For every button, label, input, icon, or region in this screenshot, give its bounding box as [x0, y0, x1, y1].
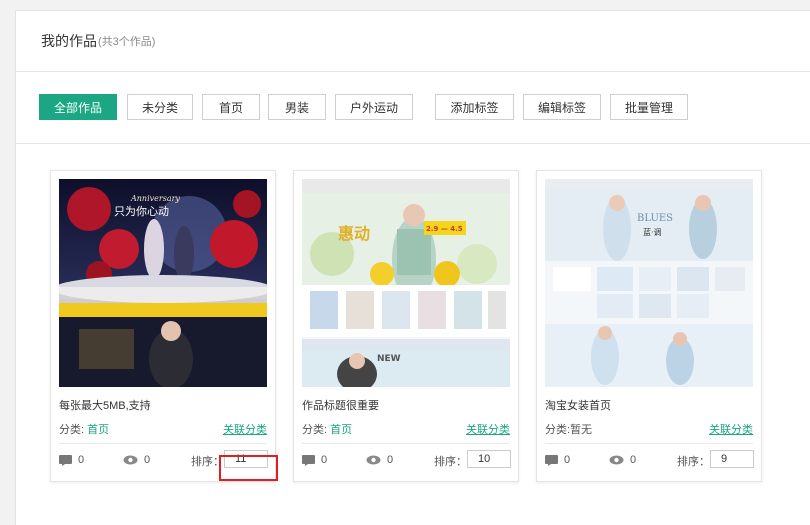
work-title: 淘宝女装首页 [545, 400, 611, 412]
likes-stat: 0 [302, 454, 327, 466]
link-category-link[interactable]: 关联分类 [466, 421, 510, 437]
work-thumbnail[interactable]: Anniversary 只为你心动 [59, 179, 267, 387]
sort-order-input[interactable] [224, 450, 268, 468]
sort-label: 排序： [434, 456, 467, 468]
work-title: 每张最大5MB,支持 [59, 400, 151, 412]
work-category: 分类:暂无 [545, 421, 592, 437]
filter-outdoor-button[interactable]: 户外运动 [335, 94, 413, 120]
likes-stat: 0 [59, 454, 84, 466]
filter-uncategorized-button[interactable]: 未分类 [127, 94, 193, 120]
eye-icon [609, 455, 624, 465]
thumbnail-image-valentine: Anniversary 只为你心动 [59, 179, 267, 387]
thumbnail-image-fashion-promo: 惠动 2.9 — 4.5 NEW [302, 179, 510, 387]
sort-order-input[interactable] [467, 450, 511, 468]
work-category: 分类: 首页 [59, 421, 109, 437]
page-title: 我的作品 [41, 33, 97, 49]
thumb-script-text: Anniversary [130, 194, 180, 203]
comment-icon [545, 454, 558, 466]
sort-label: 排序： [677, 456, 710, 468]
edit-tag-button[interactable]: 编辑标签 [523, 94, 601, 120]
thumb-promo-text: 2.9 — 4.5 [426, 225, 463, 233]
link-category-link[interactable]: 关联分类 [223, 421, 267, 437]
likes-stat: 0 [545, 454, 570, 466]
category-value: 暂无 [570, 424, 593, 436]
thumb-banner-text: BLUES [637, 213, 673, 224]
sort-label: 排序： [191, 456, 224, 468]
work-thumbnail[interactable]: 惠动 2.9 — 4.5 NEW [302, 179, 510, 387]
work-title: 作品标题很重要 [302, 400, 379, 412]
thumbnail-image-blues: BLUES 蓝·调 [545, 179, 753, 387]
work-card[interactable]: BLUES 蓝·调 淘宝女装首页 分类:暂无 关联分类 0 0 排序： [536, 170, 762, 482]
sort-order-input[interactable] [710, 450, 754, 468]
views-count: 0 [144, 454, 151, 466]
likes-count: 0 [78, 454, 85, 466]
filter-homepage-button[interactable]: 首页 [202, 94, 260, 120]
comment-icon [302, 454, 315, 466]
filter-menswear-button[interactable]: 男装 [268, 94, 326, 120]
eye-icon [123, 455, 138, 465]
filter-all-works-button[interactable]: 全部作品 [39, 94, 117, 120]
work-thumbnail[interactable]: BLUES 蓝·调 [545, 179, 753, 387]
views-stat: 0 [609, 454, 636, 466]
card-divider [59, 443, 267, 444]
views-stat: 0 [123, 454, 150, 466]
work-card[interactable]: 惠动 2.9 — 4.5 NEW 作品标题很重要 分类: 首页 关联分类 0 0… [293, 170, 519, 482]
thumb-sub-text: 蓝·调 [643, 227, 662, 237]
thumb-banner-text: 惠动 [338, 224, 370, 243]
category-label: 分类: [545, 424, 571, 436]
filter-bar: 全部作品 未分类 首页 男装 户外运动 添加标签 编辑标签 批量管理 [16, 72, 810, 144]
category-value: 首页 [330, 424, 353, 436]
works-count: (共3个作品) [98, 36, 156, 48]
eye-icon [366, 455, 381, 465]
work-card[interactable]: Anniversary 只为你心动 每张最大5MB,支持 分类: 首页 关联分类… [50, 170, 276, 482]
views-count: 0 [630, 454, 637, 466]
category-value: 首页 [87, 424, 110, 436]
batch-manage-button[interactable]: 批量管理 [610, 94, 688, 120]
views-stat: 0 [366, 454, 393, 466]
likes-count: 0 [321, 454, 328, 466]
category-label: 分类: [302, 424, 328, 436]
card-divider [302, 443, 510, 444]
category-label: 分类: [59, 424, 85, 436]
card-divider [545, 443, 753, 444]
panel-header: 我的作品 (共3个作品) [16, 11, 810, 72]
comment-icon [59, 454, 72, 466]
thumb-headline-text: 只为你心动 [114, 205, 169, 218]
add-tag-button[interactable]: 添加标签 [435, 94, 514, 120]
views-count: 0 [387, 454, 394, 466]
thumb-new-text: NEW [377, 354, 401, 364]
likes-count: 0 [564, 454, 571, 466]
link-category-link[interactable]: 关联分类 [709, 421, 753, 437]
work-category: 分类: 首页 [302, 421, 352, 437]
